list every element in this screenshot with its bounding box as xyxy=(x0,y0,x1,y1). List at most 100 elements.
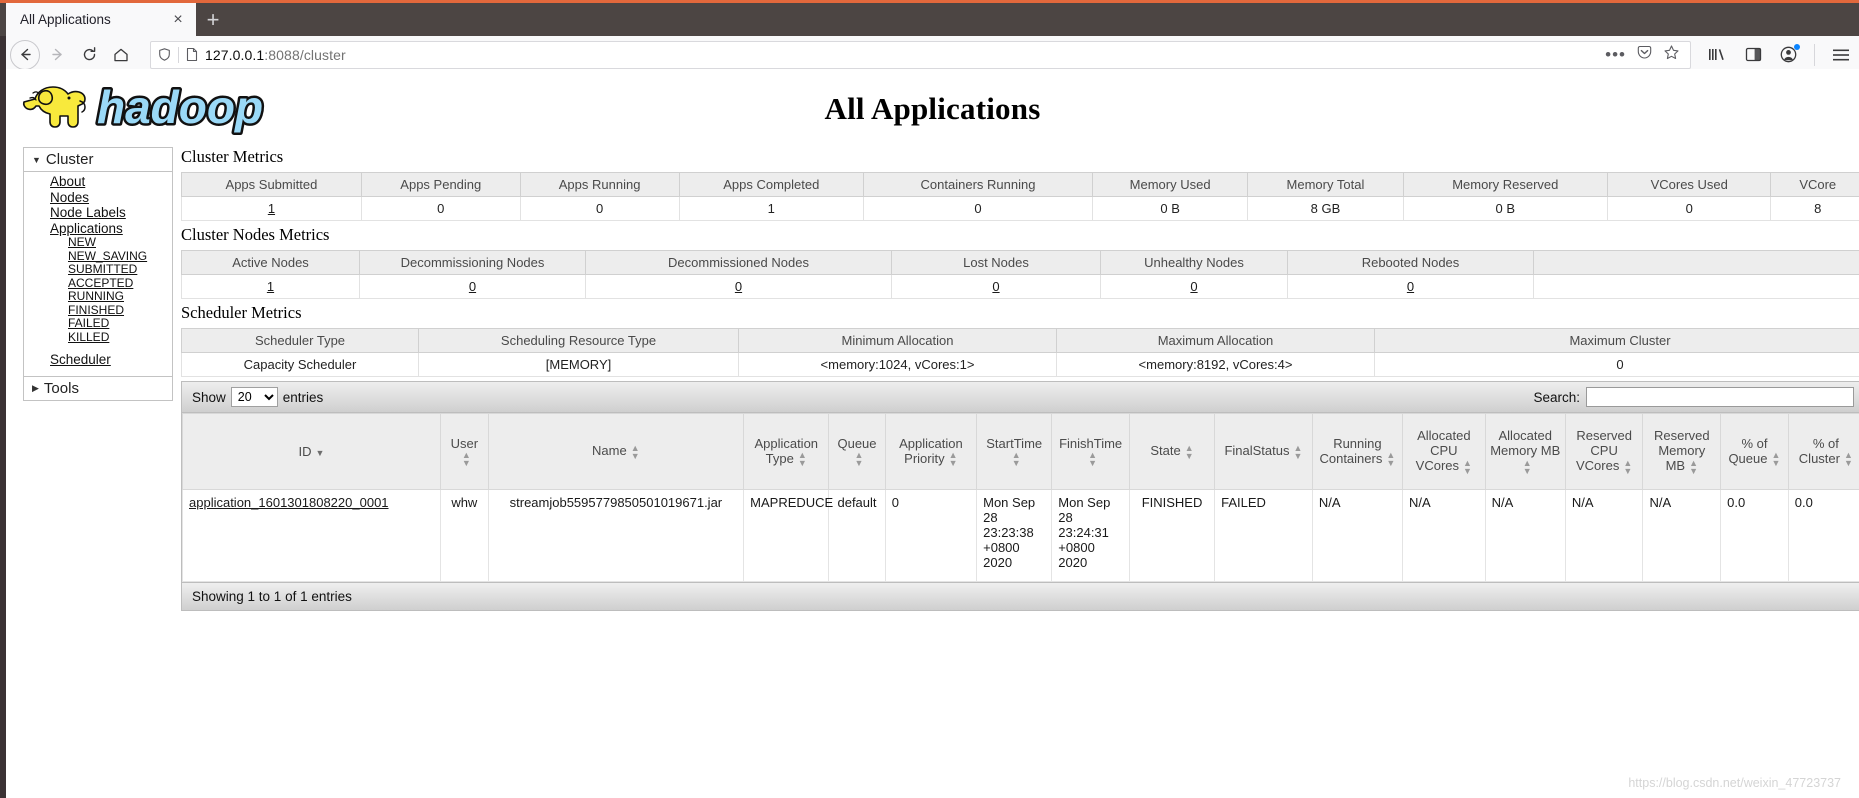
sidebar-item-finished[interactable]: FINISHED xyxy=(24,303,172,318)
col-running-containers[interactable]: Running Containers ▲ ▼ xyxy=(1311,413,1404,490)
cluster-metrics-table: Apps Submitted Apps Pending Apps Running… xyxy=(181,172,1859,221)
cell-minimum-allocation: <memory:1024, vCores:1> xyxy=(738,352,1057,377)
rebooted-nodes-link[interactable]: 0 xyxy=(1407,279,1414,294)
table-row: 1 0 0 0 0 0 xyxy=(181,274,1859,299)
col-finishtime[interactable]: FinishTime▲ ▼ xyxy=(1051,413,1130,490)
sidebar-item-about[interactable]: About xyxy=(24,174,172,190)
lost-nodes-link[interactable]: 0 xyxy=(992,279,999,294)
sidebar-item-scheduler[interactable]: Scheduler xyxy=(24,352,172,368)
reload-icon[interactable] xyxy=(74,40,104,70)
forward-arrow-icon[interactable] xyxy=(42,40,72,70)
col-containers-running: Containers Running xyxy=(863,172,1093,197)
back-arrow-icon[interactable] xyxy=(10,39,40,70)
col-name[interactable]: Name ▲ ▼ xyxy=(487,413,745,490)
cell-pct-of-cluster: 0.0 xyxy=(1787,489,1859,582)
col-id[interactable]: ID ▼ xyxy=(181,413,442,490)
col-pct-of-queue[interactable]: % of Queue ▲ ▼ xyxy=(1720,413,1789,490)
sidebar-item-new-saving[interactable]: NEW_SAVING xyxy=(24,249,172,264)
url-bar[interactable]: 127.0.0.1:8088/cluster ••• xyxy=(150,40,1691,69)
col-application-type[interactable]: Application Type ▲ ▼ xyxy=(743,413,830,490)
cell-queue: default xyxy=(828,489,886,582)
page-title: All Applications xyxy=(824,91,1041,126)
sort-both-icon: ▲ ▼ xyxy=(1088,450,1098,469)
sidebar-item-running[interactable]: RUNNING xyxy=(24,289,172,304)
col-allocated-memory-mb[interactable]: Allocated Memory MB▲ ▼ xyxy=(1484,413,1566,490)
col-vcores-used: VCores Used xyxy=(1606,172,1772,197)
col-application-priority[interactable]: Application Priority ▲ ▼ xyxy=(884,413,978,490)
col-scheduler-type: Scheduler Type xyxy=(181,328,419,353)
library-icon[interactable] xyxy=(1707,46,1728,63)
new-tab-button[interactable]: + xyxy=(196,3,230,36)
menu-icon[interactable] xyxy=(1831,46,1851,63)
col-lost-nodes: Lost Nodes xyxy=(891,250,1101,275)
decommissioned-nodes-link[interactable]: 0 xyxy=(735,279,742,294)
col-starttime[interactable]: StartTime▲ ▼ xyxy=(976,413,1053,490)
page-icon[interactable] xyxy=(185,47,199,62)
col-maximum-cluster: Maximum Cluster xyxy=(1374,328,1859,353)
sidebar-item-applications[interactable]: Applications xyxy=(24,221,172,237)
sidebar-item-submitted[interactable]: SUBMITTED xyxy=(24,262,172,277)
show-label: Show xyxy=(192,389,226,405)
shield-icon[interactable] xyxy=(157,47,172,62)
sort-both-icon: ▲ ▼ xyxy=(1771,450,1781,469)
table-row: application_1601301808220_0001 whw strea… xyxy=(181,489,1859,582)
col-reserved-cpu-vcores[interactable]: Reserved CPU VCores ▲ ▼ xyxy=(1564,413,1644,490)
col-finalstatus[interactable]: FinalStatus ▲ ▼ xyxy=(1214,413,1313,490)
sidebar-section-tools[interactable]: ▶ Tools xyxy=(24,375,172,400)
sidebar-section-cluster[interactable]: ▼ Cluster xyxy=(24,148,172,172)
sidebar-item-failed[interactable]: FAILED xyxy=(24,316,172,331)
sidebar-item-accepted[interactable]: ACCEPTED xyxy=(24,276,172,291)
sidebar-icon[interactable] xyxy=(1744,46,1763,63)
col-allocated-cpu-vcores[interactable]: Allocated CPU VCores ▲ ▼ xyxy=(1402,413,1486,490)
cell-apps-pending: 0 xyxy=(360,196,521,221)
datatable-toolbar: Show 20 40 60 100 entries Search: xyxy=(182,381,1859,413)
decommissioning-nodes-link[interactable]: 0 xyxy=(469,279,476,294)
account-icon[interactable] xyxy=(1779,44,1800,64)
active-nodes-link[interactable]: 1 xyxy=(267,279,274,294)
caret-right-icon: ▶ xyxy=(32,382,39,393)
col-state[interactable]: State ▲ ▼ xyxy=(1128,413,1216,490)
col-maximum-allocation: Maximum Allocation xyxy=(1056,328,1375,353)
sidebar-item-new[interactable]: NEW xyxy=(24,235,172,250)
cell-memory-total: 8 GB xyxy=(1247,196,1404,221)
col-decommissioned-nodes: Decommissioned Nodes xyxy=(585,250,892,275)
sidebar-item-nodes[interactable]: Nodes xyxy=(24,190,172,206)
application-id-link[interactable]: application_1601301808220_0001 xyxy=(189,495,389,510)
sidebar-item-node-labels[interactable]: Node Labels xyxy=(24,205,172,221)
search-input[interactable] xyxy=(1586,387,1854,407)
col-reserved-memory-mb[interactable]: Reserved Memory MB ▲ ▼ xyxy=(1642,413,1722,490)
entries-label: entries xyxy=(282,389,324,405)
table-row: 1 0 0 1 0 0 B 8 GB 0 B 0 8 xyxy=(181,196,1859,221)
star-icon[interactable] xyxy=(1663,44,1680,66)
unhealthy-nodes-link[interactable]: 0 xyxy=(1190,279,1197,294)
sidebar-item-killed[interactable]: KILLED xyxy=(24,330,172,345)
url-text[interactable]: 127.0.0.1:8088/cluster xyxy=(205,47,1599,63)
col-pct-of-cluster[interactable]: % of Cluster ▲ ▼ xyxy=(1787,413,1859,490)
page-size-select[interactable]: 20 40 60 100 xyxy=(230,387,278,407)
col-unhealthy-nodes: Unhealthy Nodes xyxy=(1100,250,1288,275)
col-queue[interactable]: Queue▲ ▼ xyxy=(828,413,886,490)
main-content: Cluster Metrics Apps Submitted Apps Pend… xyxy=(173,147,1859,611)
cell-rebooted-nodes: 0 xyxy=(1287,274,1534,299)
url-host: 127.0.0.1 xyxy=(205,46,265,63)
page-body: ▼ Cluster About Nodes Node Labels Applic… xyxy=(6,147,1859,611)
col-memory-used: Memory Used xyxy=(1091,172,1249,197)
apps-submitted-link[interactable]: 1 xyxy=(268,201,275,216)
col-scheduling-resource-type: Scheduling Resource Type xyxy=(418,328,739,353)
home-icon[interactable] xyxy=(106,40,136,70)
cell-active-nodes: 1 xyxy=(181,274,360,299)
tab-all-applications[interactable]: All Applications × xyxy=(6,3,196,36)
col-user[interactable]: User▲ ▼ xyxy=(440,413,489,490)
cell-decommissioned-nodes: 0 xyxy=(585,274,892,299)
cell-application-type: MAPREDUCE xyxy=(743,489,833,582)
pocket-icon[interactable] xyxy=(1636,44,1653,66)
page-header: hadoop hadoop All Applications xyxy=(6,69,1859,147)
applications-datatable: Show 20 40 60 100 entries Search: xyxy=(181,381,1859,611)
page-content: hadoop hadoop All Applications ▼ Cluster… xyxy=(6,69,1859,798)
close-icon[interactable]: × xyxy=(168,10,188,30)
col-memory-total: Memory Total xyxy=(1247,172,1404,197)
cell-vcores-used: 0 xyxy=(1606,196,1772,221)
sort-both-icon: ▲ ▼ xyxy=(797,450,807,469)
scheduler-metrics-table: Scheduler Type Scheduling Resource Type … xyxy=(181,328,1859,377)
sort-both-icon: ▲ ▼ xyxy=(1463,457,1472,476)
